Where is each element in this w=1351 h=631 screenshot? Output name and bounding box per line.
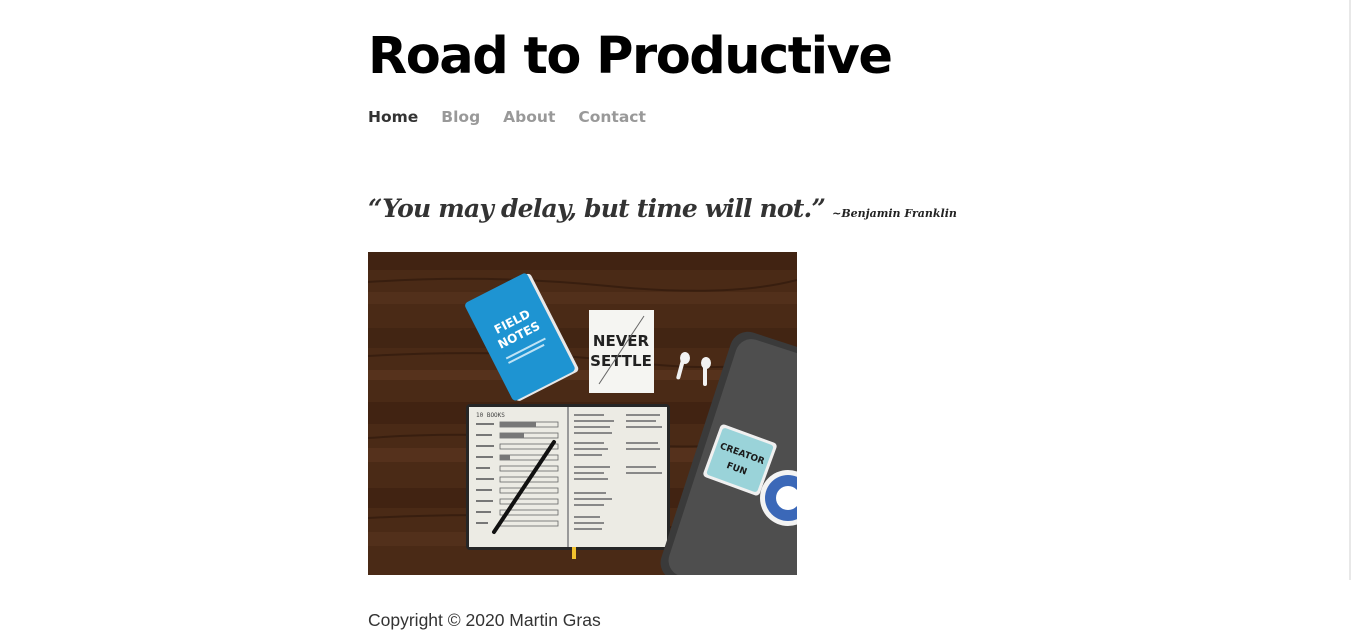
main-nav: Home Blog About Contact (368, 106, 669, 128)
quote-author: ~Benjamin Franklin (832, 207, 957, 220)
never-settle-card: NEVER SETTLE (589, 310, 654, 393)
nav-item-about[interactable]: About (503, 106, 555, 128)
nav-item-home[interactable]: Home (368, 106, 418, 128)
site-title[interactable]: Road to Productive (368, 22, 893, 92)
quote: “You may delay, but time will not.” ~Ben… (368, 194, 957, 223)
hero-image: FIELD NOTES NEVER SETTLE 10 BOOKS CREATO… (368, 252, 797, 575)
footer-copyright: Copyright © 2020 Martin Gras (368, 610, 601, 630)
card-line2: SETTLE (590, 352, 652, 370)
card-line1: NEVER (593, 332, 650, 350)
nav-item-blog[interactable]: Blog (441, 106, 480, 128)
planner-heading: 10 BOOKS (476, 412, 505, 419)
bookmark-ribbon (572, 547, 576, 559)
quote-text: “You may delay, but time will not.” (368, 194, 826, 223)
nav-item-contact[interactable]: Contact (578, 106, 646, 128)
open-planner: 10 BOOKS (466, 404, 670, 559)
